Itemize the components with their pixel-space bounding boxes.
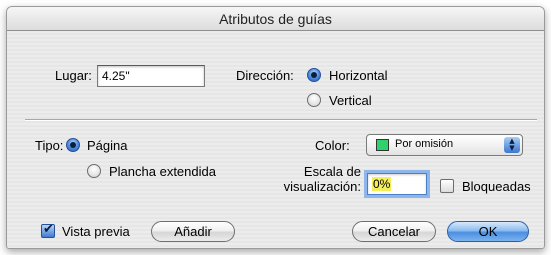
type-page-radio[interactable]	[66, 138, 80, 152]
up-down-arrows-icon: ▲ ▼	[504, 137, 520, 153]
direction-horizontal-label[interactable]: Horizontal	[329, 68, 388, 83]
cancel-button[interactable]: Cancelar	[352, 221, 436, 242]
position-label: Lugar:	[55, 68, 92, 83]
scale-label: Escala de	[303, 164, 361, 179]
direction-horizontal-radio[interactable]	[307, 68, 321, 82]
title-bar: Atributos de guías	[7, 7, 544, 31]
type-spread-label[interactable]: Plancha extendida	[109, 164, 216, 179]
add-button[interactable]: Añadir	[151, 221, 235, 242]
locked-label[interactable]: Bloqueadas	[462, 179, 531, 194]
ok-button[interactable]: OK	[447, 221, 529, 242]
guide-attributes-dialog: Atributos de guías Lugar: 4.25" Direcció…	[6, 6, 545, 249]
type-page-label[interactable]: Página	[87, 138, 127, 153]
type-label: Tipo:	[35, 138, 64, 153]
scale-label-line2: visualización:	[283, 179, 361, 194]
scale-label-line1: Escala de	[303, 164, 361, 179]
type-spread-radio[interactable]	[87, 164, 101, 178]
color-selected-value: Por omisión	[395, 138, 454, 150]
color-popup[interactable]: Por omisión ▲ ▼	[366, 134, 523, 156]
section-divider	[25, 119, 537, 121]
color-label: Color:	[315, 138, 350, 153]
position-field[interactable]: 4.25"	[97, 65, 205, 87]
direction-vertical-radio[interactable]	[307, 93, 321, 107]
locked-checkbox[interactable]	[440, 179, 454, 193]
direction-vertical-label[interactable]: Vertical	[329, 93, 372, 108]
scale-label-2: visualización:	[271, 179, 361, 194]
window-title: Atributos de guías	[219, 11, 332, 27]
direction-label: Dirección:	[236, 68, 294, 83]
color-swatch	[376, 139, 389, 151]
preview-label[interactable]: Vista previa	[62, 224, 130, 239]
preview-checkbox[interactable]	[41, 222, 55, 238]
scale-field[interactable]: 0%	[367, 173, 427, 195]
scale-value: 0%	[372, 177, 392, 191]
